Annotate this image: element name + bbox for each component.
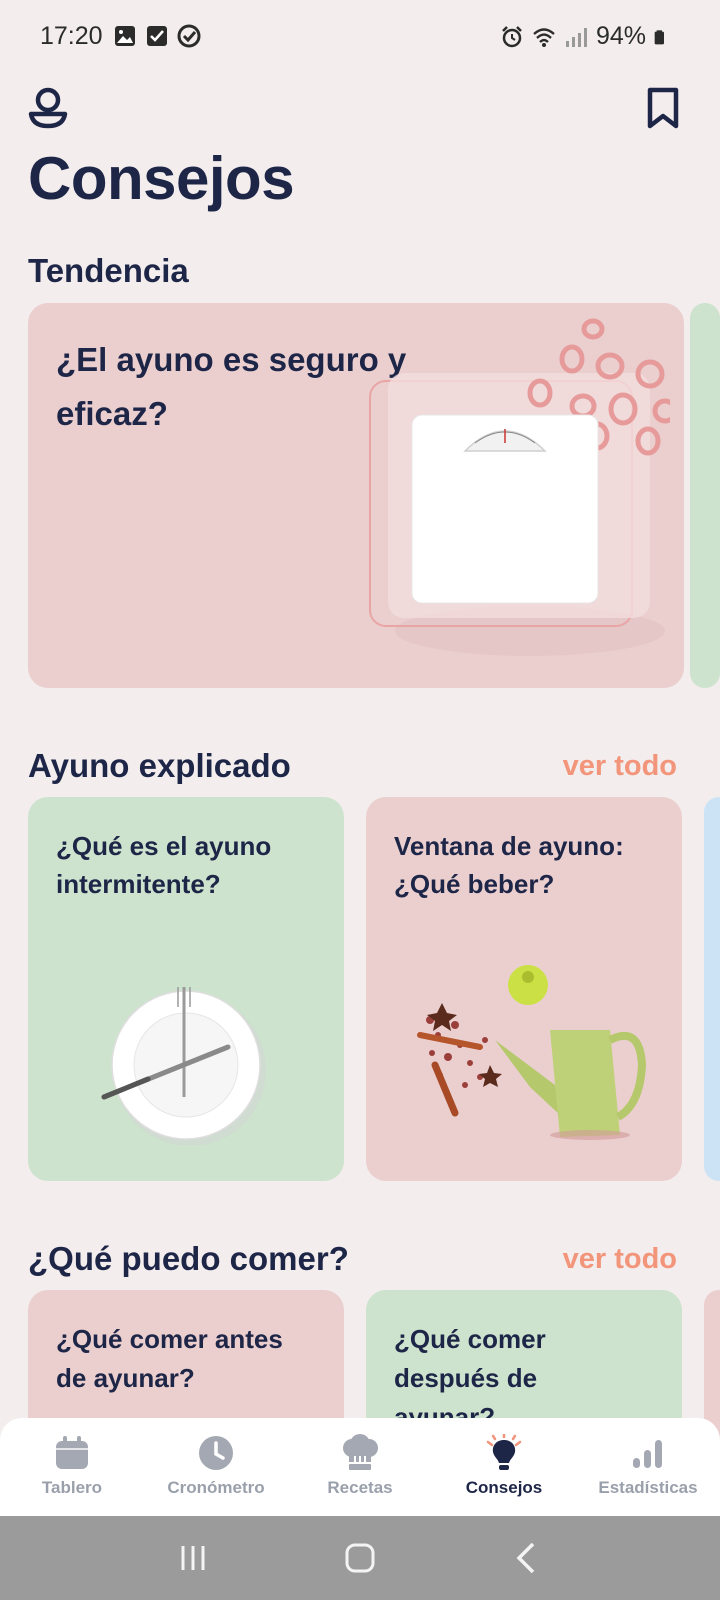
bookmark-icon[interactable] [644,86,682,130]
nav-item-recipes[interactable]: Recetas [288,1418,432,1516]
plate-image [101,987,266,1145]
trending-next-card-peek[interactable] [690,303,720,688]
signal-icon [565,27,587,47]
bar-chart-icon [633,1440,662,1468]
nav-label: Estadísticas [598,1478,698,1497]
see-all-what-can-i-eat-link[interactable]: ver todo [563,1243,677,1276]
battery-percent: 94% [595,22,646,50]
status-bar: 17:20 94% [0,0,720,72]
lightbulb-icon [486,1434,522,1470]
fasting-explained-next-card-peek[interactable] [704,797,720,1181]
bottom-nav: Tablero Cronómetro Recetas Consejos Esta… [0,1418,720,1516]
article-card-title: ¿Qué es el ayuno intermitente? [56,831,272,899]
article-card-title: ¿Qué comer antes de ayunar? [56,1324,283,1393]
see-all-fasting-explained-link[interactable]: ver todo [563,750,677,783]
nav-label: Tablero [41,1478,103,1497]
trending-card[interactable]: ¿El ayuno es seguro y eficaz? [28,303,684,688]
nav-item-timer[interactable]: Cronómetro [144,1418,288,1516]
nav-item-dashboard[interactable]: Tablero [0,1418,144,1516]
article-card-fasting-window-drinks[interactable]: Ventana de ayuno: ¿Qué beber? [366,797,682,1181]
chef-hat-icon [343,1434,378,1470]
system-nav-bar [0,1516,720,1600]
page-title: Consejos [28,145,295,212]
bathroom-scale-image [369,318,670,656]
home-icon[interactable] [340,1538,380,1578]
alarm-icon [502,25,522,47]
nav-label: Recetas [327,1478,393,1497]
status-time: 17:20 [40,22,103,50]
image-icon [115,26,135,46]
recent-apps-icon[interactable] [173,1538,213,1578]
calendar-icon [56,1436,88,1469]
section-title-trending: Tendencia [28,252,189,289]
battery-icon [654,29,664,44]
section-title-what-can-i-eat: ¿Qué puedo comer? [28,1240,349,1277]
article-card-title: Ventana de ayuno: ¿Qué beber? [394,831,624,899]
profile-icon[interactable] [28,86,68,130]
nav-label: Consejos [465,1478,543,1497]
article-card-intermittent-fasting[interactable]: ¿Qué es el ayuno intermitente? [28,797,344,1181]
check-circle-icon [177,24,201,48]
nav-item-tips[interactable]: Consejos [432,1418,576,1516]
back-icon[interactable] [507,1538,547,1578]
clock-icon [199,1436,233,1470]
checkbox-icon [147,26,167,46]
nav-item-stats[interactable]: Estadísticas [576,1418,720,1516]
nav-label: Cronómetro [167,1478,265,1497]
section-title-fasting-explained: Ayuno explicado [28,747,291,784]
wifi-icon [533,27,555,47]
teapot-spices-image [417,965,647,1140]
